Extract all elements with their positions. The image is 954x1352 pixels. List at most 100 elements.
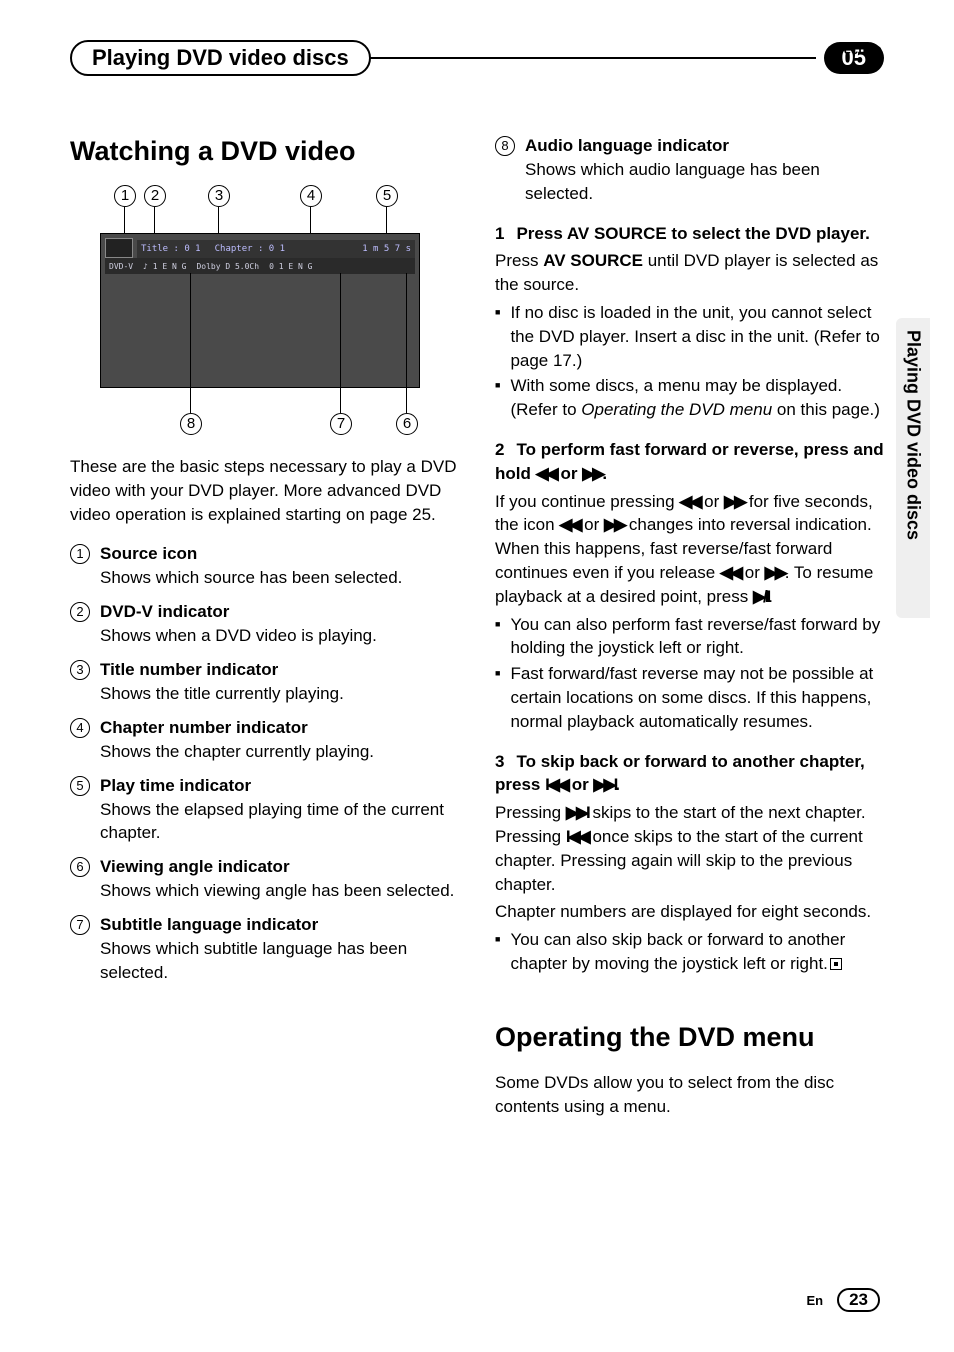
step-3-body2: Chapter numbers are displayed for eight …: [495, 900, 884, 924]
previous-icon: I◀◀: [545, 775, 567, 794]
screen-info-bar-1: Title : 0 1 Chapter : 0 1 1 m 5 7 s: [137, 240, 415, 258]
step-2-body: If you continue pressing ◀◀ or ▶▶ for fi…: [495, 490, 884, 609]
step-2-heading: 2To perform fast forward or reverse, pre…: [495, 438, 884, 486]
source-icon: [105, 238, 133, 258]
rewind-icon: ◀◀: [559, 515, 579, 534]
def-desc: Shows which source has been selected.: [100, 566, 459, 590]
fast-forward-icon: ▶▶: [765, 563, 785, 582]
heading-operating-menu: Operating the DVD menu: [495, 1022, 884, 1053]
def-desc: Shows the elapsed playing time of the cu…: [100, 798, 459, 846]
chapter-line: [355, 57, 816, 59]
def-title: Audio language indicator: [525, 136, 729, 156]
def-title: Play time indicator: [100, 776, 251, 796]
step-num: 2: [495, 440, 504, 459]
def-item: 4 Chapter number indicator: [70, 718, 459, 738]
def-item: 1Source icon: [70, 544, 459, 564]
callout-line: [340, 273, 341, 413]
bullet: With some discs, a menu may be displayed…: [495, 374, 884, 422]
screen-angle: 0 1 E N G: [269, 262, 312, 271]
page-number: 23: [837, 1288, 880, 1312]
callout-6: 6: [396, 413, 418, 435]
def-desc: Shows which audio language has been sele…: [525, 158, 884, 206]
end-mark-icon: [830, 958, 842, 970]
circled-number: 1: [70, 544, 90, 564]
fast-forward-icon: ▶▶: [604, 515, 624, 534]
previous-icon: I◀◀: [566, 827, 588, 846]
circled-number: 4: [70, 718, 90, 738]
content-columns: Watching a DVD video 1 2 3 4 5 Title : 0…: [70, 136, 884, 1122]
operating-intro: Some DVDs allow you to select from the d…: [495, 1071, 884, 1119]
callout-3: 3: [208, 185, 230, 207]
def-desc: Shows which subtitle language has been s…: [100, 937, 459, 985]
callout-line: [406, 273, 407, 413]
chapter-header: Playing DVD video discs 05: [70, 40, 884, 76]
callout-1: 1: [114, 185, 136, 207]
step-3-body: Pressing ▶▶I skips to the start of the n…: [495, 801, 884, 896]
bullet: You can also perform fast reverse/fast f…: [495, 613, 884, 661]
right-column: 8 Audio language indicator Shows which au…: [495, 136, 884, 1122]
callout-line: [124, 207, 125, 233]
def-title: Viewing angle indicator: [100, 857, 290, 877]
heading-watching: Watching a DVD video: [70, 136, 459, 167]
circled-number: 6: [70, 857, 90, 877]
fast-forward-icon: ▶▶: [582, 464, 602, 483]
callout-7: 7: [330, 413, 352, 435]
rewind-icon: ◀◀: [720, 563, 740, 582]
screen-time: 1 m 5 7 s: [362, 244, 411, 254]
screen-dolby: Dolby D 5.0Ch: [196, 262, 259, 271]
dvd-screen-diagram: 1 2 3 4 5 Title : 0 1 Chapter : 0 1 1 m …: [100, 185, 420, 435]
screen-chapter: Chapter : 0 1: [215, 244, 285, 254]
circled-number: 7: [70, 915, 90, 935]
dvd-screen: Title : 0 1 Chapter : 0 1 1 m 5 7 s DVD-…: [100, 233, 420, 388]
def-title: DVD-V indicator: [100, 602, 229, 622]
circled-number: 8: [495, 136, 515, 156]
circled-number: 2: [70, 602, 90, 622]
def-item: 3 Title number indicator: [70, 660, 459, 680]
step-num: 1: [495, 224, 504, 243]
circled-number: 3: [70, 660, 90, 680]
bullet: If no disc is loaded in the unit, you ca…: [495, 301, 884, 372]
def-title: Title number indicator: [100, 660, 278, 680]
fast-forward-icon: ▶▶: [724, 492, 744, 511]
callout-4: 4: [300, 185, 322, 207]
def-desc: Shows when a DVD video is playing.: [100, 624, 459, 648]
side-tab-text: Playing DVD video discs: [903, 330, 924, 540]
chapter-title: Playing DVD video discs: [70, 40, 371, 76]
callout-5: 5: [376, 185, 398, 207]
rewind-icon: ◀◀: [679, 492, 699, 511]
section-label: Section: [835, 42, 882, 57]
def-title: Subtitle language indicator: [100, 915, 318, 935]
bullet: Fast forward/fast reverse may not be pos…: [495, 662, 884, 733]
footer-lang: En: [806, 1293, 823, 1308]
def-desc: Shows which viewing angle has been selec…: [100, 879, 459, 903]
def-item: 2 DVD-V indicator: [70, 602, 459, 622]
page: Section Playing DVD video discs 05 Playi…: [0, 0, 954, 1352]
side-tab: Playing DVD video discs: [896, 318, 930, 618]
def-desc: Shows the chapter currently playing.: [100, 740, 459, 764]
callout-8: 8: [180, 413, 202, 435]
next-icon: ▶▶I: [566, 803, 588, 822]
def-item: 6 Viewing angle indicator: [70, 857, 459, 877]
play-pause-icon: ▶/II: [753, 587, 768, 606]
screen-title: Title : 0 1: [141, 244, 201, 254]
rewind-icon: ◀◀: [536, 464, 556, 483]
step-3-heading: 3To skip back or forward to another chap…: [495, 750, 884, 798]
step-title: Press AV SOURCE to select the DVD player…: [516, 224, 869, 243]
def-item: 5 Play time indicator: [70, 776, 459, 796]
callout-line: [190, 273, 191, 413]
def-title: Chapter number indicator: [100, 718, 308, 738]
def-desc: Shows the title currently playing.: [100, 682, 459, 706]
step-1-heading: 1 Press AV SOURCE to select the DVD playe…: [495, 222, 884, 246]
step-num: 3: [495, 752, 504, 771]
step-1-body: Press AV SOURCE until DVD player is sele…: [495, 249, 884, 297]
intro-text: These are the basic steps necessary to p…: [70, 455, 459, 526]
screen-info-bar-2: DVD-V ♪ 1 E N G Dolby D 5.0Ch 0 1 E N G: [105, 258, 415, 274]
screen-audio: ♪ 1 E N G: [143, 262, 186, 271]
footer: En 23: [806, 1288, 880, 1312]
screen-src: DVD-V: [109, 262, 133, 271]
def-item: 8 Audio language indicator: [495, 136, 884, 156]
left-column: Watching a DVD video 1 2 3 4 5 Title : 0…: [70, 136, 459, 1122]
bullet: You can also skip back or forward to ano…: [495, 928, 884, 976]
next-icon: ▶▶I: [593, 775, 615, 794]
circled-number: 5: [70, 776, 90, 796]
